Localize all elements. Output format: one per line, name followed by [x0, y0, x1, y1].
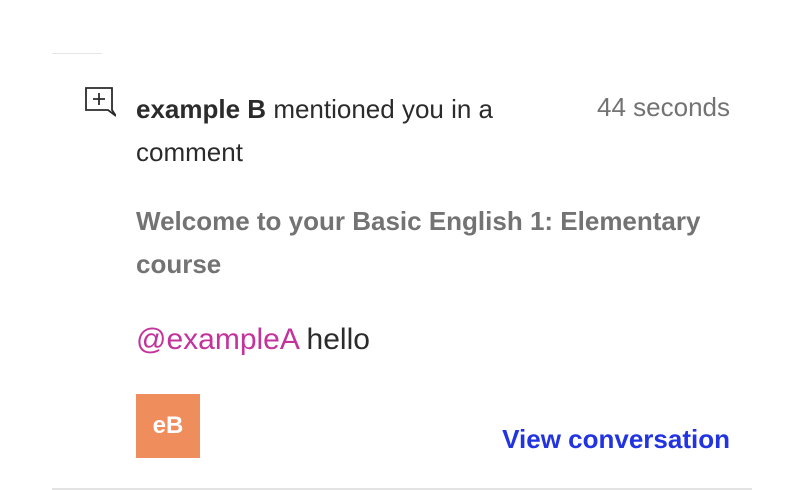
actor-name: example B	[136, 94, 267, 124]
view-conversation-link[interactable]: View conversation	[502, 420, 730, 458]
notification-time: 44 seconds	[597, 92, 730, 122]
add-comment-icon	[85, 87, 116, 117]
avatar[interactable]: eB	[136, 394, 200, 458]
comment-body: hello	[306, 323, 370, 356]
notification-headline: example B mentioned you in a comment	[136, 88, 526, 174]
mention-link[interactable]: @exampleA	[136, 323, 298, 356]
course-title: Welcome to your Basic English 1: Element…	[136, 206, 701, 279]
comment-text: @exampleA hello	[136, 318, 370, 362]
